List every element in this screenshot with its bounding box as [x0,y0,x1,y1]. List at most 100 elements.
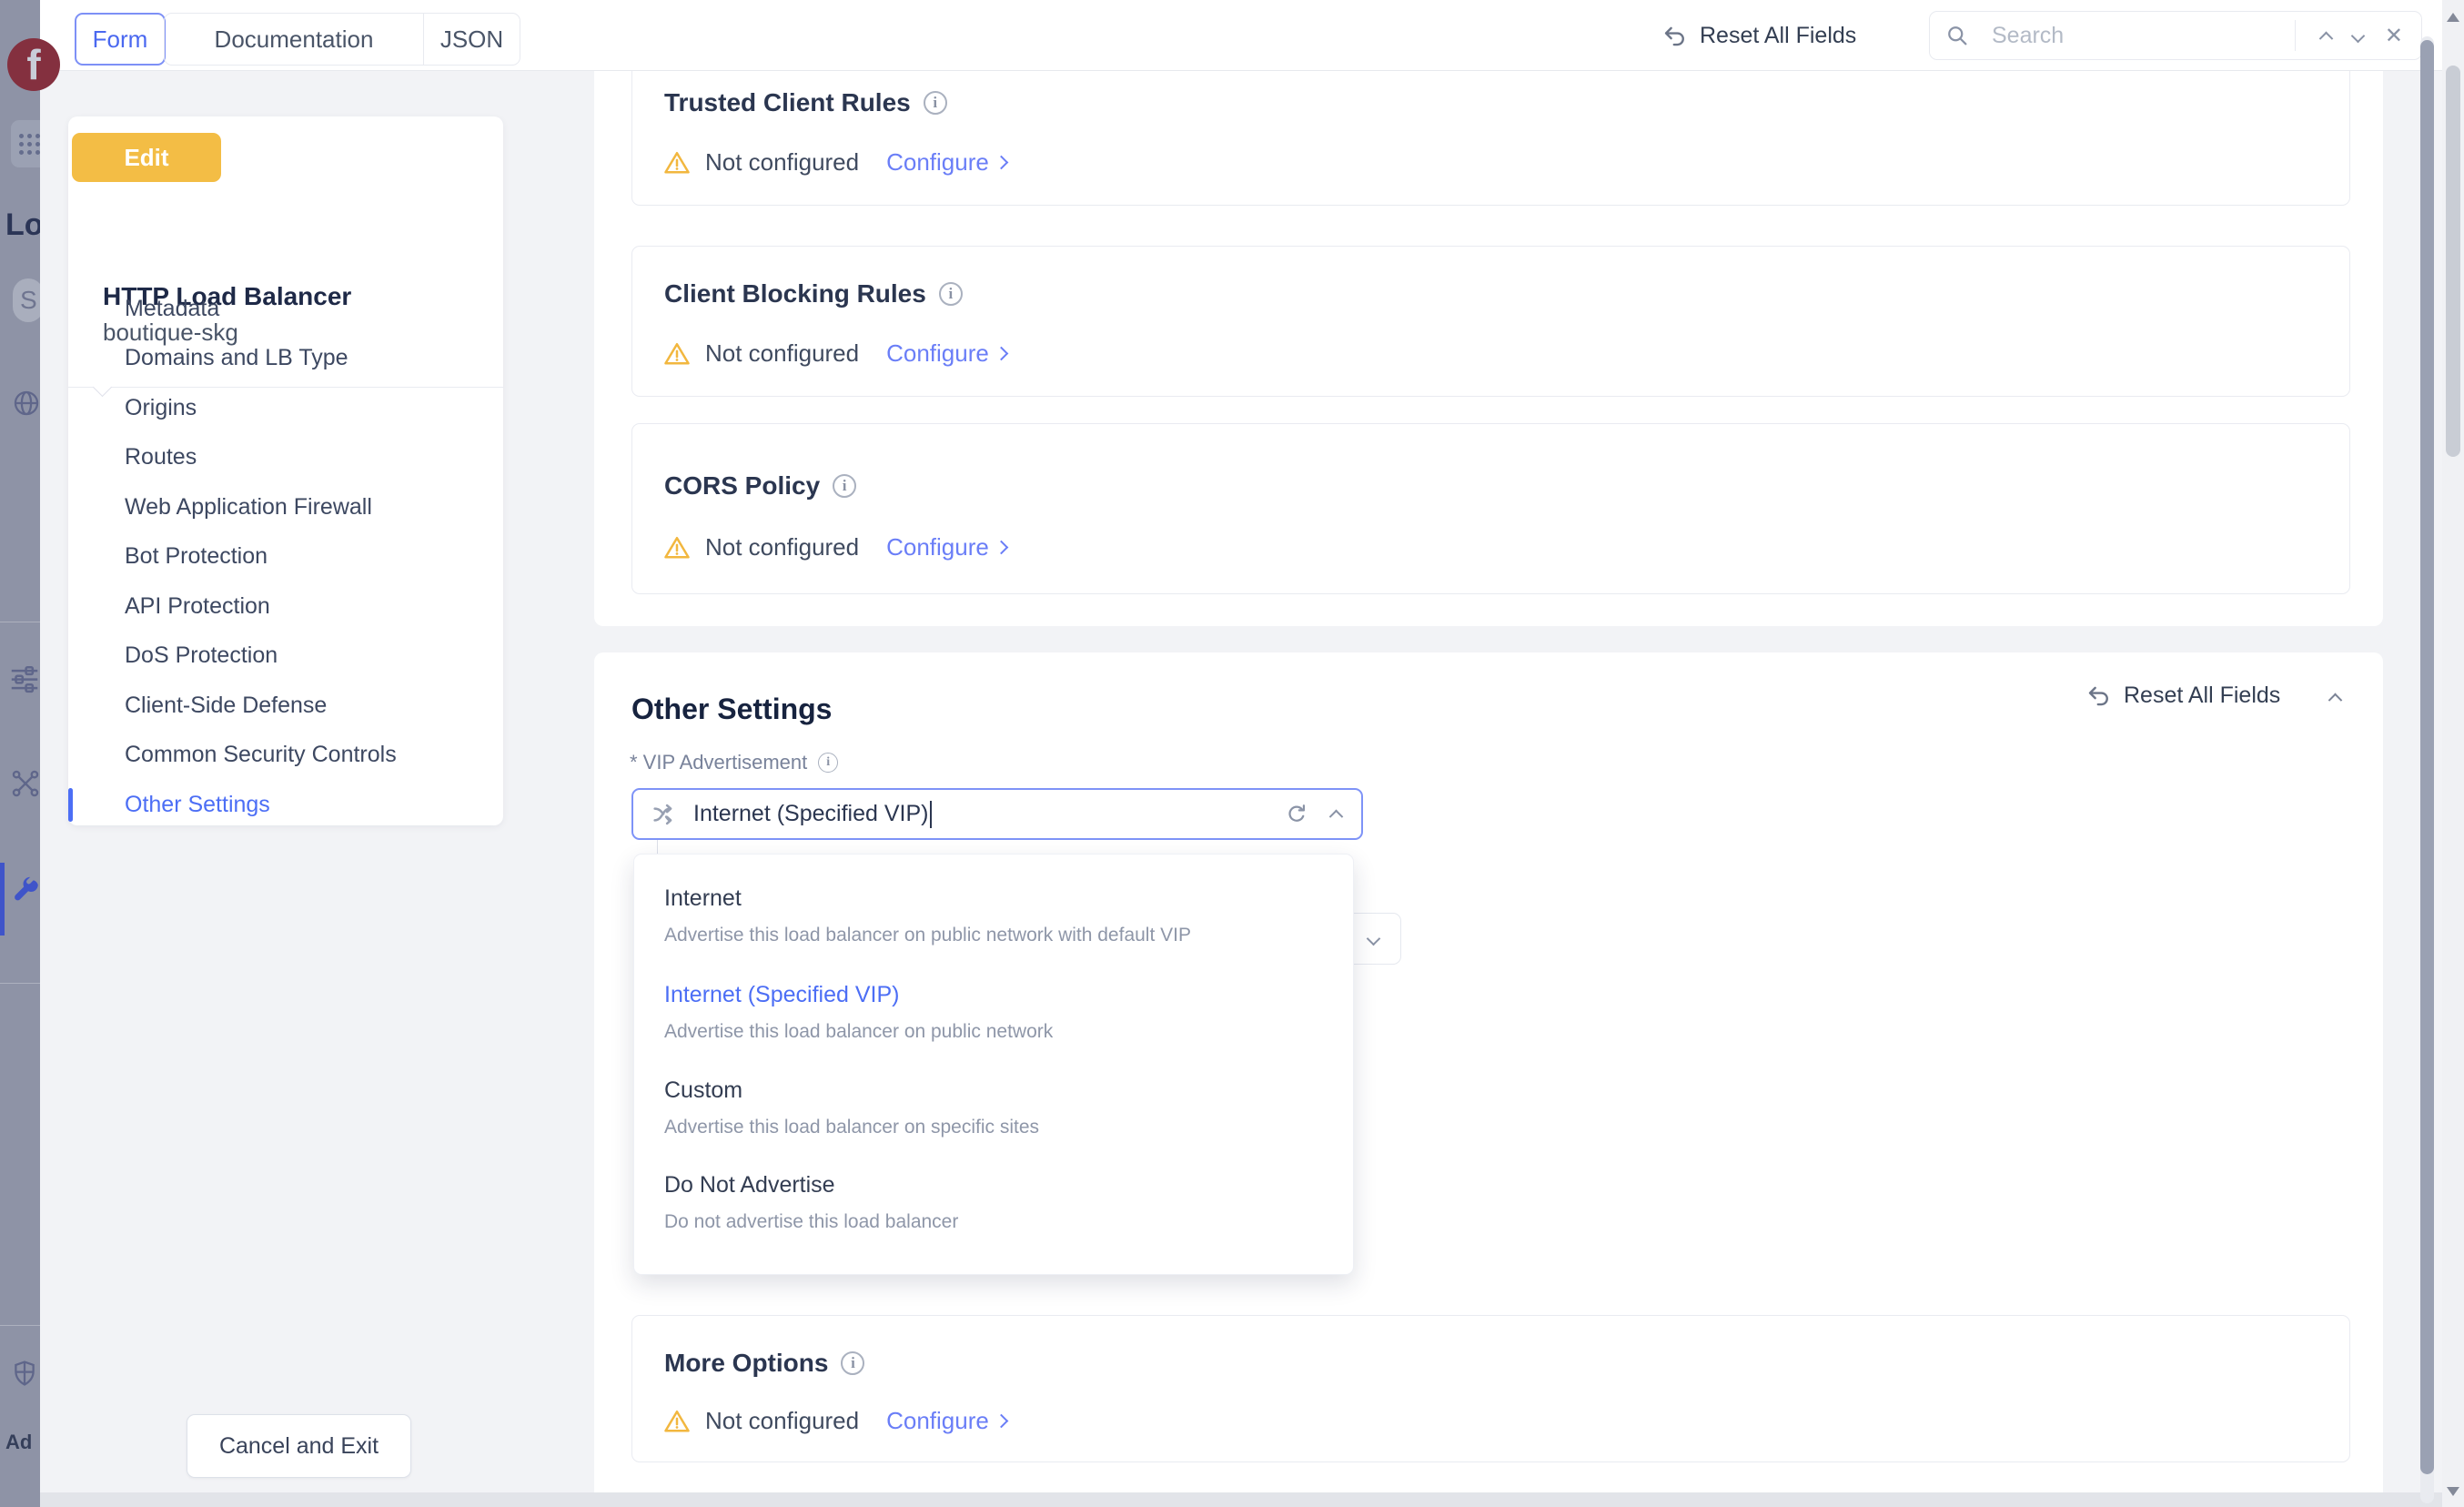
menu-item-routes[interactable]: Routes [68,433,503,483]
security-config-section: Trusted Client Rules i Not configured Co… [594,71,2383,626]
warning-icon [663,149,691,177]
search-box: ✕ [1929,11,2422,60]
tab-form[interactable]: Form [75,13,166,66]
shield-globe-icon[interactable] [9,1358,40,1389]
tab-documentation-label: Documentation [215,25,374,54]
configure-label: Configure [886,148,989,177]
configure-label: Configure [886,533,989,561]
menu-item-dos-protection[interactable]: DoS Protection [68,632,503,682]
modal-topbar: Form Documentation JSON Reset All Fields [40,0,2442,71]
wrench-icon[interactable] [11,875,40,906]
text-caret [930,801,932,828]
option-do-not-advertise[interactable]: Do Not Advertise Do not advertise this l… [664,1172,1326,1233]
info-icon[interactable]: i [833,474,856,498]
app-left-rail: Lo S [0,0,40,1507]
network-cross-icon[interactable] [9,767,40,800]
bottom-strip [40,1492,2442,1507]
load-balancer-icon[interactable] [7,661,40,695]
app-grid-icon[interactable] [11,120,40,167]
chevron-down-icon [1367,932,1381,946]
search-prev-icon[interactable] [2321,31,2331,41]
search-icon [1944,23,1970,48]
edit-mode-badge: Edit [72,133,221,182]
screen: Lo S [0,0,2464,1507]
search-close-icon[interactable]: ✕ [2385,23,2403,49]
option-title: Custom [664,1077,1326,1104]
configure-label: Configure [886,1407,989,1435]
page-title-partial: Lo [5,207,40,243]
scroll-up-icon[interactable] [2447,13,2459,22]
rail-divider [0,983,40,984]
status-text: Not configured [705,1407,859,1435]
status-row: Not configured Configure [663,339,1006,368]
configure-link[interactable]: Configure [886,1407,1006,1435]
active-rail-indicator [0,863,5,936]
vip-advertisement-dropdown: Internet Advertise this load balancer on… [633,854,1354,1275]
tab-group: Documentation JSON [164,13,520,66]
refresh-icon[interactable] [1284,802,1309,827]
vip-advertisement-label: * VIP Advertisement i [630,751,838,774]
warning-icon [663,340,691,368]
configure-label: Configure [886,339,989,368]
grid-dots-icon [19,134,24,138]
configure-link[interactable]: Configure [886,339,1006,368]
menu-item-bot-protection[interactable]: Bot Protection [68,532,503,582]
card-title-row: Client Blocking Rules i [664,279,963,308]
option-internet-specified-vip[interactable]: Internet (Specified VIP) Advertise this … [664,982,1326,1043]
option-desc: Advertise this load balancer on specific… [664,1117,1326,1138]
info-icon[interactable]: i [841,1351,864,1375]
tab-json[interactable]: JSON [423,14,520,65]
trusted-client-rules-card: Trusted Client Rules i Not configured Co… [631,64,2350,206]
status-text: Not configured [705,339,859,368]
search-partial-label: S [20,286,37,315]
vip-advertisement-input[interactable]: Internet (Specified VIP) [631,788,1363,840]
chevron-up-icon[interactable] [1331,809,1341,819]
menu-item-other-settings[interactable]: Other Settings [68,780,503,830]
client-blocking-rules-title: Client Blocking Rules [664,279,926,308]
option-title: Do Not Advertise [664,1172,1326,1199]
section-reset-all-fields-button[interactable]: Reset All Fields [2085,682,2280,709]
globe-icon[interactable] [11,388,40,419]
configure-link[interactable]: Configure [886,148,1006,177]
menu-item-client-side-defense[interactable]: Client-Side Defense [68,681,503,731]
menu-item-common-security-controls[interactable]: Common Security Controls [68,731,503,781]
modal-scrollbar-thumb[interactable] [2420,40,2434,1474]
rail-divider [0,1325,40,1326]
search-next-icon[interactable] [2353,31,2363,41]
warning-icon [663,1408,691,1435]
admin-partial-label: Ad [5,1431,32,1454]
option-internet[interactable]: Internet Advertise this load balancer on… [664,885,1326,946]
window-scrollbar-thumb[interactable] [2446,66,2460,457]
undo-icon [2085,682,2113,709]
option-desc: Advertise this load balancer on public n… [664,925,1326,946]
menu-item-waf[interactable]: Web Application Firewall [68,482,503,532]
cors-policy-title: CORS Policy [664,471,820,501]
tab-json-label: JSON [440,25,503,54]
scroll-down-icon[interactable] [2447,1487,2459,1496]
cancel-label: Cancel and Exit [219,1433,379,1460]
info-icon[interactable]: i [939,282,963,306]
menu-item-api-protection[interactable]: API Protection [68,582,503,632]
branch-icon [650,799,681,830]
search-input[interactable] [1990,22,2280,50]
info-icon[interactable]: i [924,91,947,115]
card-title-row: CORS Policy i [664,471,856,501]
tab-documentation[interactable]: Documentation [165,14,423,65]
collapse-section-icon[interactable] [2330,691,2340,707]
menu-item-domains-lb-type[interactable]: Domains and LB Type [68,334,503,384]
search-field-partial[interactable]: S [13,278,40,322]
cancel-and-exit-button[interactable]: Cancel and Exit [187,1414,411,1478]
undo-icon [1661,22,1689,49]
menu-item-origins[interactable]: Origins [68,383,503,433]
window-scrollbar[interactable] [2442,0,2464,1507]
reset-all-fields-label: Reset All Fields [1700,23,1856,49]
more-options-card: More Options i Not configured Configure [631,1315,2350,1462]
menu-item-metadata[interactable]: Metadata [68,284,503,334]
reset-all-fields-button[interactable]: Reset All Fields [1661,0,1856,71]
configure-link[interactable]: Configure [886,533,1006,561]
f5-logo[interactable]: f [7,38,60,91]
card-title-row: Trusted Client Rules i [664,88,947,117]
info-icon[interactable]: i [818,753,838,773]
form-section-menu: Metadata Domains and LB Type Origins Rou… [68,284,503,830]
option-custom[interactable]: Custom Advertise this load balancer on s… [664,1077,1326,1138]
